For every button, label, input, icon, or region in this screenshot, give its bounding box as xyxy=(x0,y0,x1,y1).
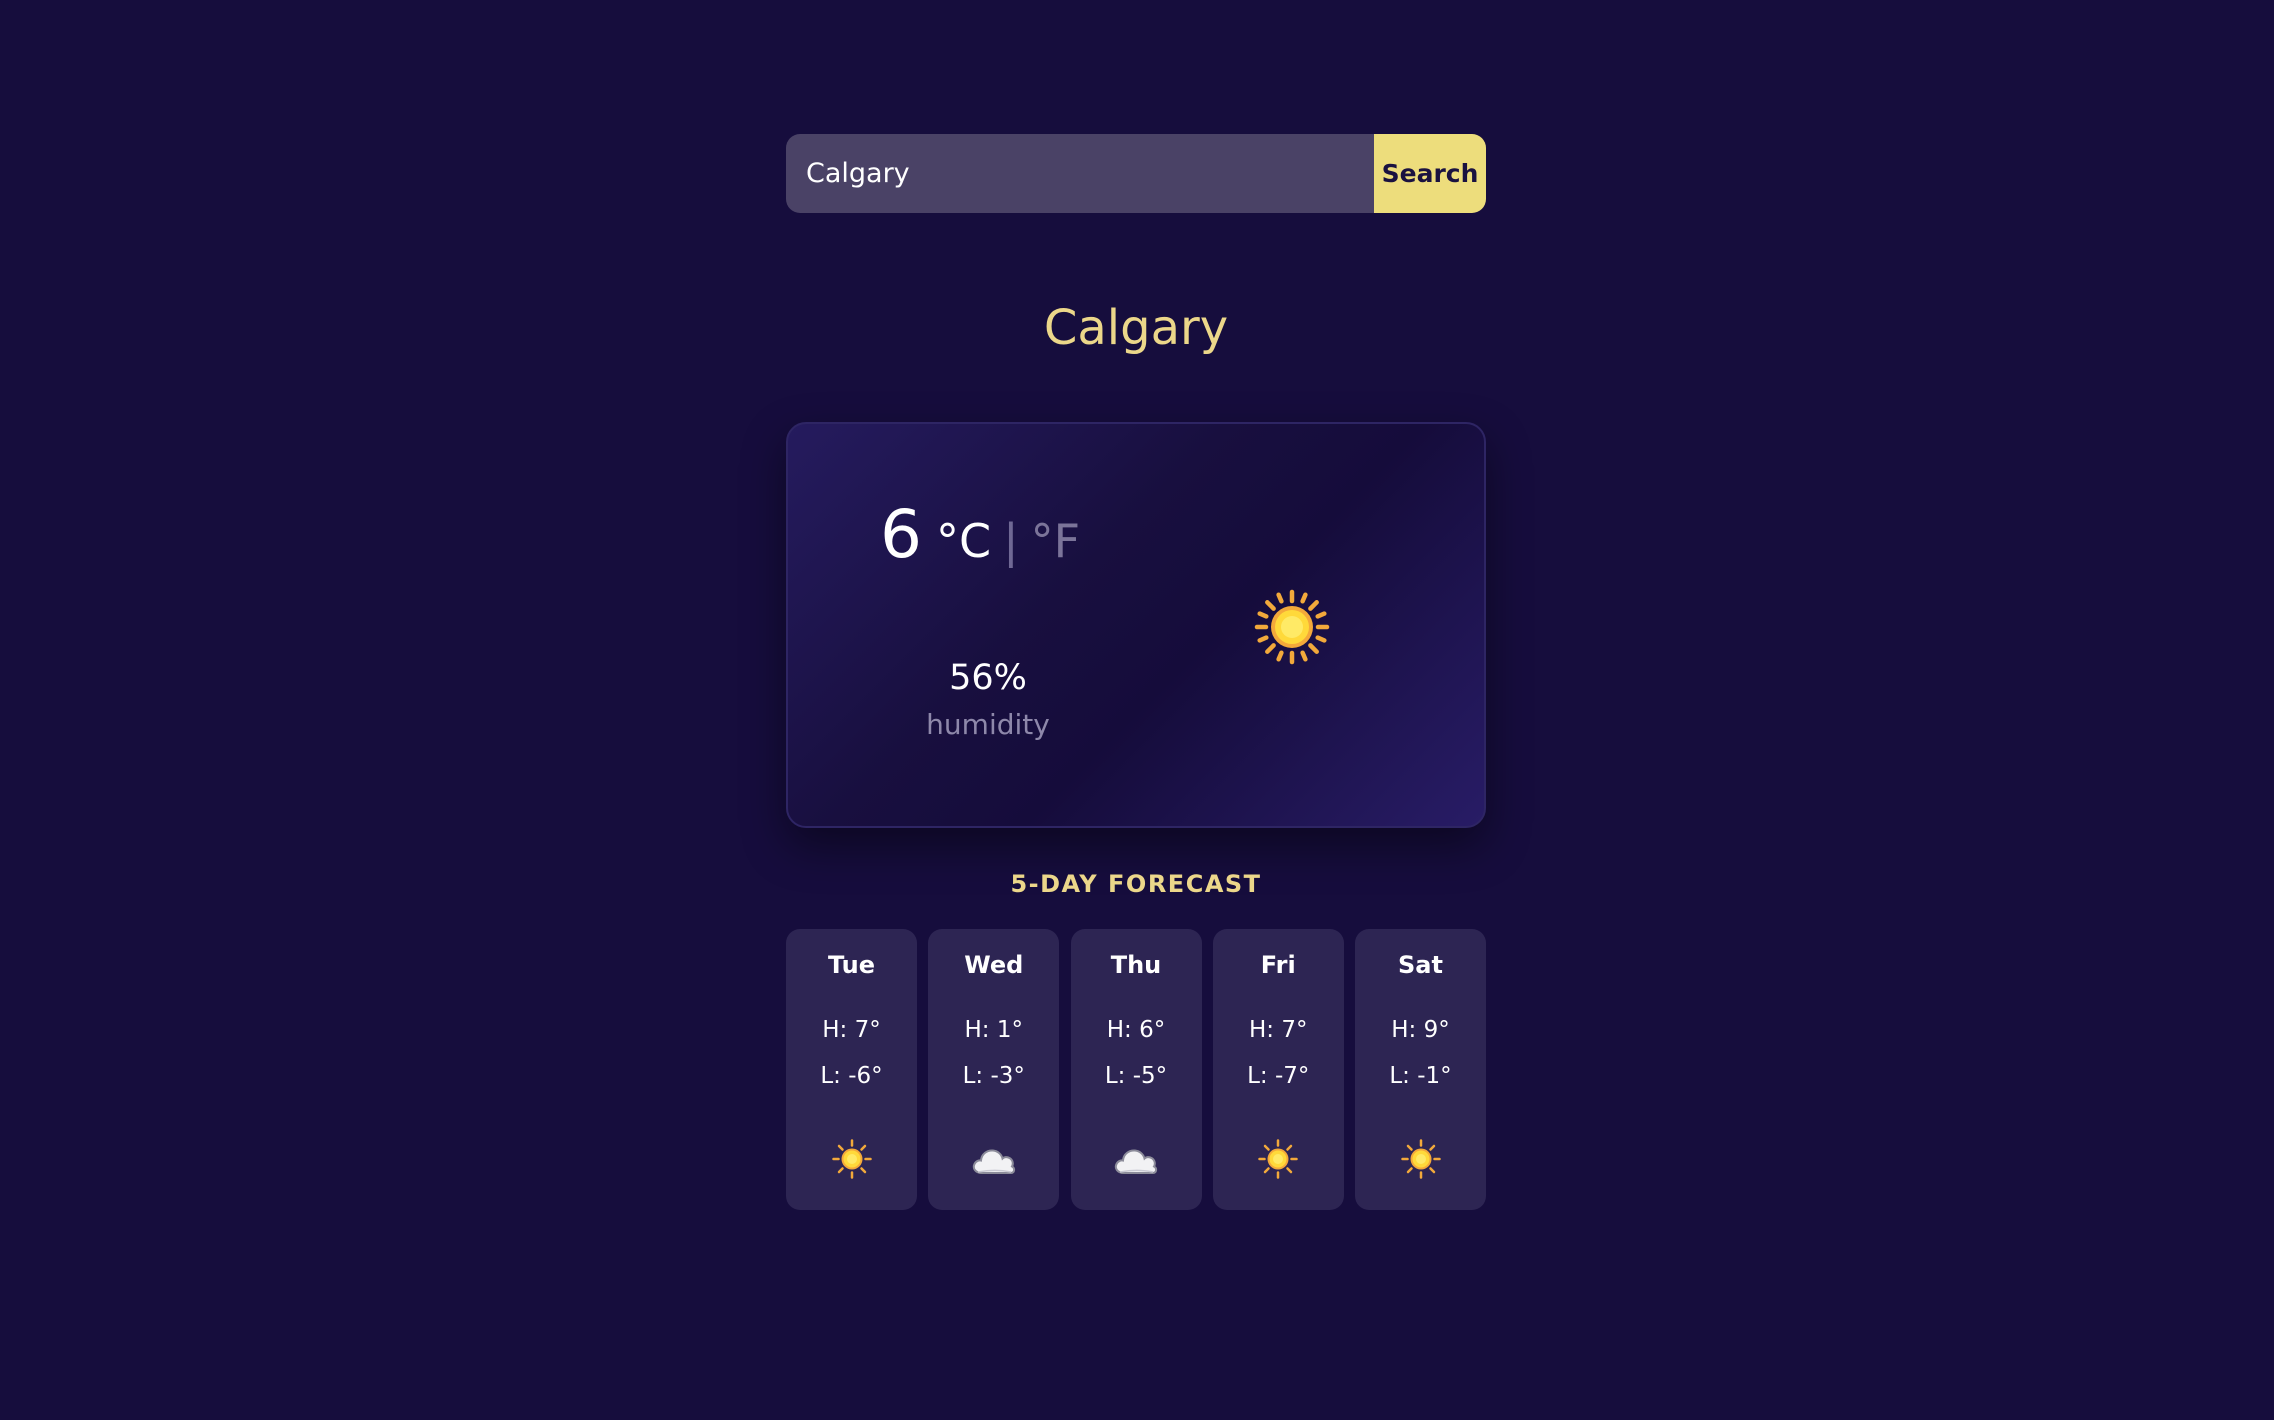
forecast-high: H: 9° xyxy=(1391,1017,1450,1043)
forecast-day-name: Wed xyxy=(964,951,1024,979)
sun-icon xyxy=(1254,589,1330,665)
forecast-high: H: 7° xyxy=(822,1017,881,1043)
humidity-value: 56% xyxy=(949,658,1027,698)
cloud-icon xyxy=(1113,1139,1159,1179)
search-input[interactable] xyxy=(786,134,1374,213)
sun-icon xyxy=(1255,1139,1301,1179)
forecast-high: H: 1° xyxy=(964,1017,1024,1043)
forecast-heading: 5-DAY FORECAST xyxy=(1010,870,1262,898)
forecast-day-name: Sat xyxy=(1398,951,1443,979)
forecast-day-card: Wed H: 1° L: -3° xyxy=(928,929,1060,1210)
forecast-list: Tue H: 7° L: -6° Wed H: 1° L: -3° Thu H:… xyxy=(786,929,1486,1210)
unit-separator: | xyxy=(1003,514,1019,568)
forecast-low: L: -7° xyxy=(1247,1063,1310,1089)
fahrenheit-toggle[interactable]: °F xyxy=(1031,514,1080,568)
forecast-day-name: Fri xyxy=(1260,951,1296,979)
search-button[interactable]: Search xyxy=(1374,134,1486,213)
humidity-block: 56% humidity xyxy=(888,658,1088,741)
forecast-day-card: Sat H: 9° L: -1° xyxy=(1355,929,1486,1210)
cloud-icon xyxy=(971,1139,1017,1179)
current-weather-card: 6 °C | °F 56% humidity xyxy=(786,422,1486,828)
forecast-low: L: -3° xyxy=(962,1063,1025,1089)
sun-icon xyxy=(829,1139,875,1179)
search-form: Search xyxy=(786,134,1486,213)
celsius-toggle[interactable]: °C xyxy=(936,514,991,568)
forecast-day-name: Tue xyxy=(827,951,876,979)
forecast-day-card: Thu H: 6° L: -5° xyxy=(1070,929,1202,1210)
forecast-high: H: 6° xyxy=(1106,1017,1166,1043)
temperature-row: 6 °C | °F xyxy=(880,496,1080,573)
forecast-day-card: Fri H: 7° L: -7° xyxy=(1212,929,1344,1210)
forecast-low: L: -5° xyxy=(1104,1063,1168,1089)
forecast-day-card: Tue H: 7° L: -6° xyxy=(786,929,917,1210)
forecast-low: L: -6° xyxy=(820,1063,883,1089)
weather-app: Search Calgary 6 °C | °F 56% humidity xyxy=(0,0,2274,1420)
sun-icon xyxy=(1398,1139,1444,1179)
humidity-label: humidity xyxy=(926,708,1050,741)
temperature-value: 6 xyxy=(880,496,922,573)
forecast-low: L: -1° xyxy=(1389,1063,1452,1089)
forecast-day-name: Thu xyxy=(1110,951,1162,979)
forecast-high: H: 7° xyxy=(1249,1017,1308,1043)
city-title: Calgary xyxy=(1043,300,1229,356)
